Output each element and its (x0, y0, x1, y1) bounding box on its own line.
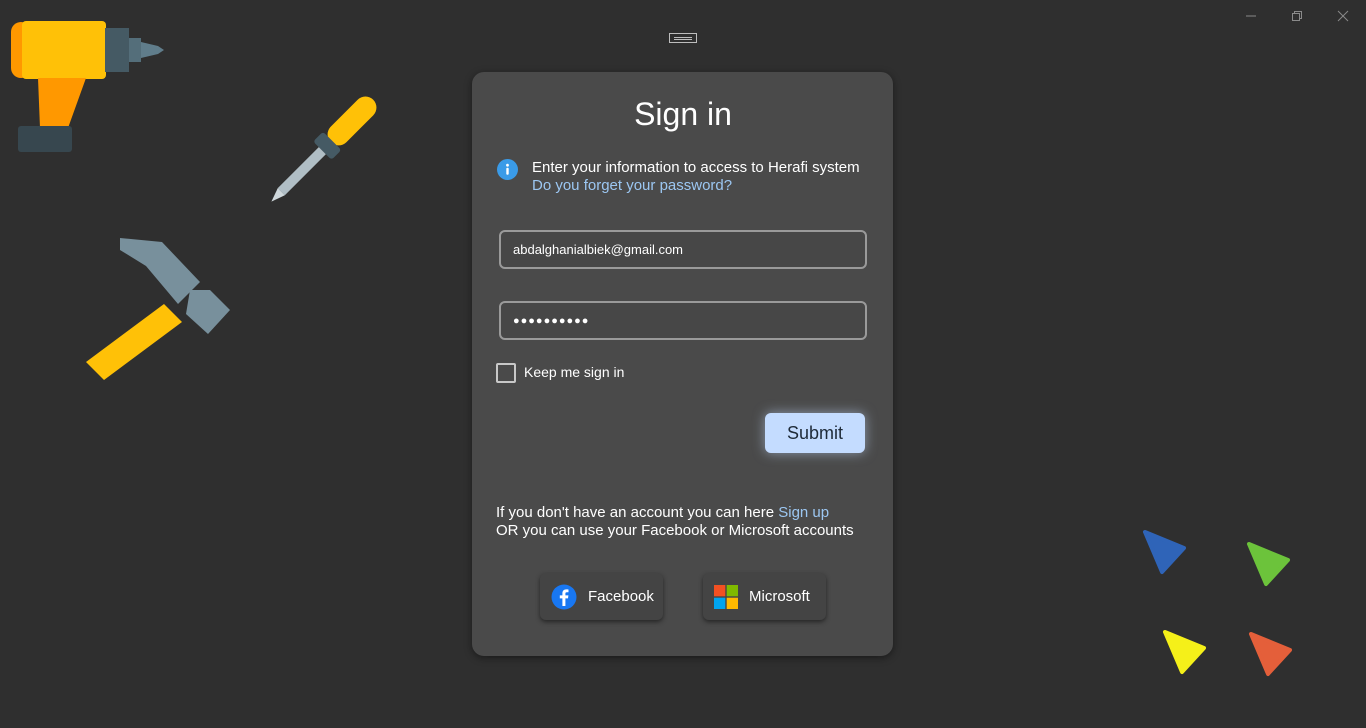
facebook-label: Facebook (588, 588, 654, 605)
email-field[interactable] (499, 230, 867, 269)
blue-triangle (1143, 530, 1186, 574)
signup-message: If you don't have an account you can her… (496, 504, 854, 540)
microsoft-button[interactable]: Microsoft (703, 573, 826, 620)
facebook-button[interactable]: Facebook (540, 573, 663, 620)
info-icon (497, 159, 518, 180)
keep-signed-in-label: Keep me sign in (524, 364, 625, 380)
info-message: Enter your information to access to Hera… (532, 159, 860, 195)
minimize-icon (1246, 15, 1256, 17)
submit-button[interactable]: Submit (765, 413, 865, 453)
facebook-icon (551, 584, 577, 610)
alternative-line: OR you can use your Facebook or Microsof… (496, 522, 854, 539)
microsoft-label: Microsoft (749, 588, 810, 605)
minimize-button[interactable] (1228, 4, 1274, 28)
drill-icon (11, 21, 164, 152)
keep-signed-in-checkbox[interactable] (496, 363, 516, 383)
restore-icon (1292, 11, 1302, 21)
password-field[interactable] (499, 301, 867, 340)
restore-button[interactable] (1274, 4, 1320, 28)
drag-handle[interactable] (669, 33, 697, 43)
close-button[interactable] (1320, 4, 1366, 28)
info-line: Enter your information to access to Hera… (532, 159, 860, 176)
signup-line: If you don't have an account you can her… (496, 504, 854, 522)
close-icon (1337, 10, 1349, 22)
green-triangle (1247, 542, 1290, 586)
yellow-triangle (1163, 630, 1206, 674)
microsoft-icon (714, 584, 738, 609)
signup-link[interactable]: Sign up (778, 504, 829, 521)
orange-triangle (1249, 632, 1292, 676)
page-title: Sign in (634, 96, 732, 132)
forgot-password-link[interactable]: Do you forget your password? (532, 177, 860, 195)
signup-prefix: If you don't have an account you can her… (496, 504, 779, 521)
hammer-icon (86, 238, 230, 380)
